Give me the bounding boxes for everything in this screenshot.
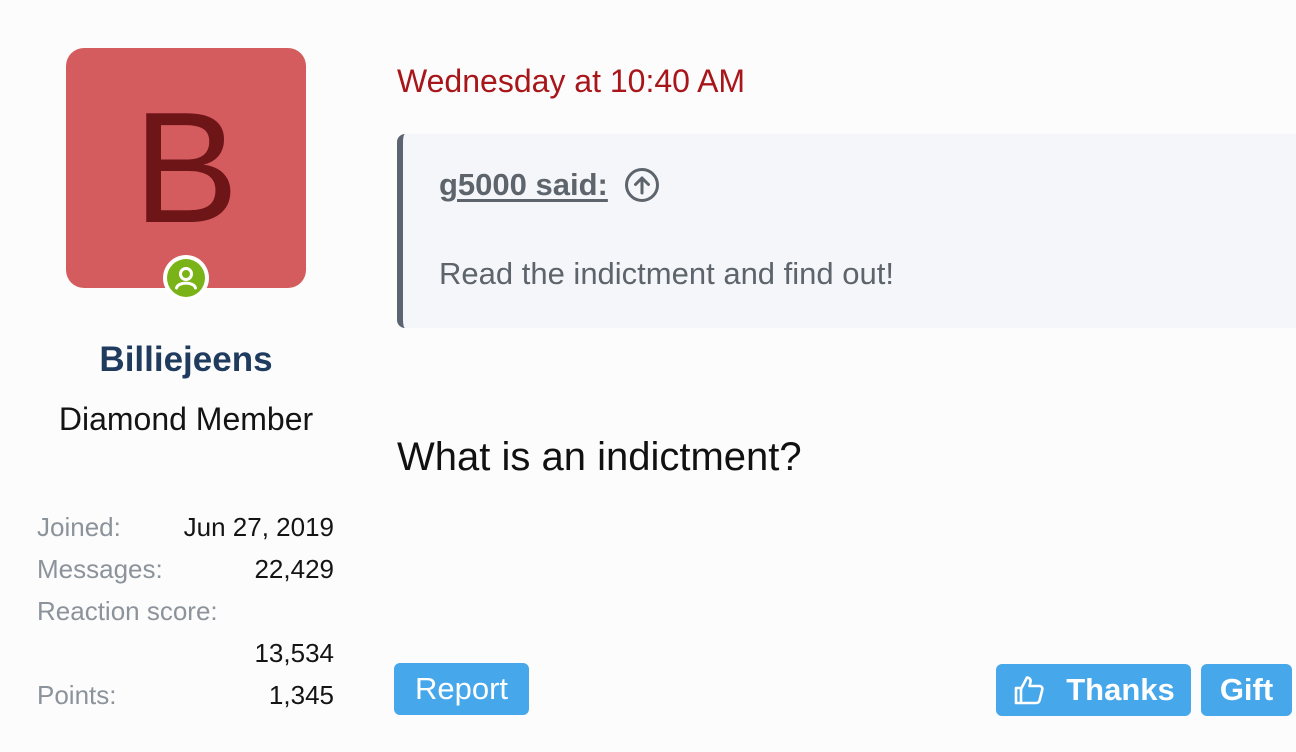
points-value[interactable]: 1,345: [269, 680, 334, 711]
quote-block: g5000 said: Read the indictment and find…: [397, 134, 1296, 328]
thumbs-up-icon: [1012, 673, 1046, 707]
post-date-link[interactable]: Wednesday at 10:40 AM: [397, 63, 745, 100]
gift-label: Gift: [1219, 672, 1274, 707]
joined-value: Jun 27, 2019: [183, 512, 334, 542]
reaction-score-label: Reaction score:: [37, 596, 218, 626]
report-button[interactable]: Report: [394, 663, 529, 715]
username-link[interactable]: Billiejeens: [0, 340, 372, 380]
quote-author-link[interactable]: g5000 said:: [439, 167, 608, 203]
reaction-score-value: 13,534: [254, 638, 334, 668]
user-title: Diamond Member: [58, 401, 314, 437]
avatar[interactable]: B: [66, 48, 306, 288]
gift-button[interactable]: Gift: [1201, 664, 1292, 716]
thanks-button[interactable]: Thanks: [996, 664, 1191, 716]
messages-label: Messages:: [37, 554, 163, 584]
online-status-indicator: [163, 255, 209, 301]
quote-attribution: g5000 said:: [439, 167, 660, 203]
messages-value[interactable]: 22,429: [254, 554, 334, 585]
avatar-container: B: [66, 48, 306, 301]
quote-text: Read the indictment and find out!: [439, 256, 894, 291]
points-label: Points:: [37, 680, 117, 710]
thanks-label: Thanks: [1066, 672, 1175, 707]
arrow-up-circle-icon[interactable]: [624, 167, 660, 203]
joined-label: Joined:: [37, 512, 121, 542]
message-body: What is an indictment?: [397, 435, 802, 479]
online-user-icon: [167, 259, 205, 297]
report-label: Report: [414, 671, 509, 706]
forum-post: B Billiejeens Diamond Member Joined: Jun…: [0, 0, 1296, 752]
